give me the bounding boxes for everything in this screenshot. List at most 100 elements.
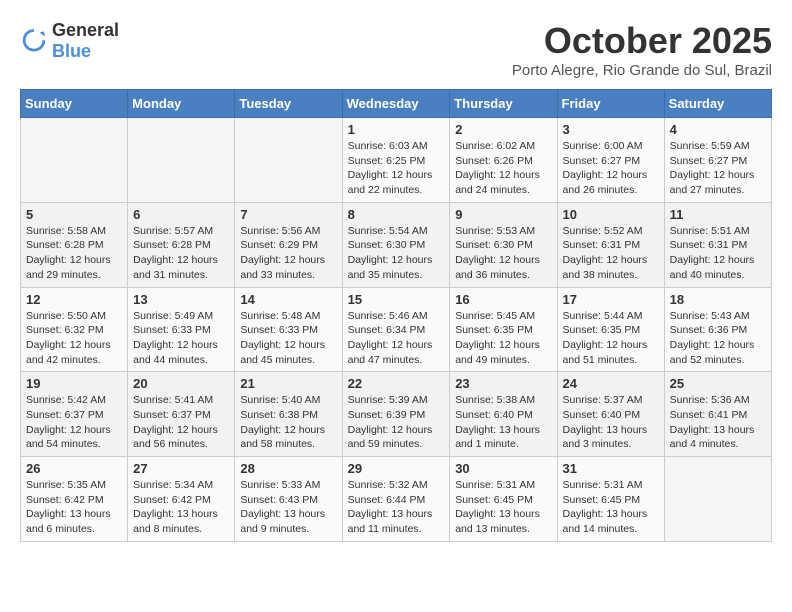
calendar-empty-cell (21, 118, 128, 203)
day-number: 13 (133, 292, 229, 307)
day-number: 6 (133, 207, 229, 222)
day-info: Sunrise: 5:40 AM Sunset: 6:38 PM Dayligh… (240, 393, 336, 452)
calendar-day-cell: 7 Sunrise: 5:56 AM Sunset: 6:29 PM Daylig… (235, 202, 342, 287)
day-info: Sunrise: 5:42 AM Sunset: 6:37 PM Dayligh… (26, 393, 122, 452)
day-info: Sunrise: 5:36 AM Sunset: 6:41 PM Dayligh… (670, 393, 766, 452)
day-number: 20 (133, 376, 229, 391)
calendar-day-cell: 15 Sunrise: 5:46 AM Sunset: 6:34 PM Dayli… (342, 287, 450, 372)
calendar-day-cell: 11 Sunrise: 5:51 AM Sunset: 6:31 PM Dayli… (664, 202, 771, 287)
day-info: Sunrise: 5:49 AM Sunset: 6:33 PM Dayligh… (133, 309, 229, 368)
day-number: 3 (563, 122, 659, 137)
calendar-week-row: 26Sunrise: 5:35 AM Sunset: 6:42 PM Dayli… (21, 457, 772, 542)
calendar-week-row: 1Sunrise: 6:03 AM Sunset: 6:25 PM Daylig… (21, 118, 772, 203)
day-number: 29 (348, 461, 445, 476)
calendar-day-cell: 8 Sunrise: 5:54 AM Sunset: 6:30 PM Daylig… (342, 202, 450, 287)
calendar-day-cell: 1Sunrise: 6:03 AM Sunset: 6:25 PM Daylig… (342, 118, 450, 203)
day-info: Sunrise: 5:51 AM Sunset: 6:31 PM Dayligh… (670, 224, 766, 283)
day-number: 11 (670, 207, 766, 222)
day-number: 30 (455, 461, 551, 476)
weekday-header-saturday: Saturday (664, 90, 771, 118)
calendar-week-row: 12 Sunrise: 5:50 AM Sunset: 6:32 PM Dayli… (21, 287, 772, 372)
page-header: General Blue October 2025 Porto Alegre, … (20, 20, 772, 79)
calendar-day-cell: 9 Sunrise: 5:53 AM Sunset: 6:30 PM Daylig… (450, 202, 557, 287)
day-info: Sunrise: 5:33 AM Sunset: 6:43 PM Dayligh… (240, 478, 336, 537)
calendar-day-cell: 17 Sunrise: 5:44 AM Sunset: 6:35 PM Dayli… (557, 287, 664, 372)
calendar-week-row: 19 Sunrise: 5:42 AM Sunset: 6:37 PM Dayli… (21, 372, 772, 457)
day-info: Sunrise: 5:44 AM Sunset: 6:35 PM Dayligh… (563, 309, 659, 368)
day-info: Sunrise: 5:50 AM Sunset: 6:32 PM Dayligh… (26, 309, 122, 368)
calendar-day-cell: 30 Sunrise: 5:31 AM Sunset: 6:45 PM Dayli… (450, 457, 557, 542)
weekday-header-sunday: Sunday (21, 90, 128, 118)
month-title: October 2025 (512, 20, 772, 62)
calendar-empty-cell (235, 118, 342, 203)
calendar-day-cell: 3Sunrise: 6:00 AM Sunset: 6:27 PM Daylig… (557, 118, 664, 203)
calendar-day-cell: 19 Sunrise: 5:42 AM Sunset: 6:37 PM Dayli… (21, 372, 128, 457)
day-number: 9 (455, 207, 551, 222)
day-info: Sunrise: 5:45 AM Sunset: 6:35 PM Dayligh… (455, 309, 551, 368)
calendar-day-cell: 25 Sunrise: 5:36 AM Sunset: 6:41 PM Dayli… (664, 372, 771, 457)
day-number: 24 (563, 376, 659, 391)
day-info: Sunrise: 5:48 AM Sunset: 6:33 PM Dayligh… (240, 309, 336, 368)
day-info: Sunrise: 5:46 AM Sunset: 6:34 PM Dayligh… (348, 309, 445, 368)
day-info: Sunrise: 5:57 AM Sunset: 6:28 PM Dayligh… (133, 224, 229, 283)
weekday-header-thursday: Thursday (450, 90, 557, 118)
calendar-day-cell: 20 Sunrise: 5:41 AM Sunset: 6:37 PM Dayli… (128, 372, 235, 457)
calendar-header-row: SundayMondayTuesdayWednesdayThursdayFrid… (21, 90, 772, 118)
day-number: 17 (563, 292, 659, 307)
calendar-empty-cell (664, 457, 771, 542)
calendar-day-cell: 13 Sunrise: 5:49 AM Sunset: 6:33 PM Dayli… (128, 287, 235, 372)
calendar-table: SundayMondayTuesdayWednesdayThursdayFrid… (20, 89, 772, 542)
day-number: 12 (26, 292, 122, 307)
calendar-empty-cell (128, 118, 235, 203)
day-info: Sunrise: 5:53 AM Sunset: 6:30 PM Dayligh… (455, 224, 551, 283)
day-info: Sunrise: 5:41 AM Sunset: 6:37 PM Dayligh… (133, 393, 229, 452)
weekday-header-monday: Monday (128, 90, 235, 118)
day-info: Sunrise: 5:31 AM Sunset: 6:45 PM Dayligh… (455, 478, 551, 537)
logo-icon (20, 27, 48, 55)
day-info: Sunrise: 5:43 AM Sunset: 6:36 PM Dayligh… (670, 309, 766, 368)
calendar-day-cell: 4Sunrise: 5:59 AM Sunset: 6:27 PM Daylig… (664, 118, 771, 203)
day-number: 5 (26, 207, 122, 222)
day-number: 1 (348, 122, 445, 137)
day-info: Sunrise: 5:32 AM Sunset: 6:44 PM Dayligh… (348, 478, 445, 537)
day-number: 27 (133, 461, 229, 476)
calendar-day-cell: 14 Sunrise: 5:48 AM Sunset: 6:33 PM Dayli… (235, 287, 342, 372)
day-info: Sunrise: 5:34 AM Sunset: 6:42 PM Dayligh… (133, 478, 229, 537)
day-info: Sunrise: 6:02 AM Sunset: 6:26 PM Dayligh… (455, 139, 551, 198)
day-info: Sunrise: 5:56 AM Sunset: 6:29 PM Dayligh… (240, 224, 336, 283)
calendar-day-cell: 2 Sunrise: 6:02 AM Sunset: 6:26 PM Daylig… (450, 118, 557, 203)
calendar-day-cell: 12 Sunrise: 5:50 AM Sunset: 6:32 PM Dayli… (21, 287, 128, 372)
calendar-day-cell: 28Sunrise: 5:33 AM Sunset: 6:43 PM Dayli… (235, 457, 342, 542)
title-section: October 2025 Porto Alegre, Rio Grande do… (512, 20, 772, 79)
day-number: 25 (670, 376, 766, 391)
day-number: 22 (348, 376, 445, 391)
calendar-day-cell: 16Sunrise: 5:45 AM Sunset: 6:35 PM Dayli… (450, 287, 557, 372)
calendar-day-cell: 26Sunrise: 5:35 AM Sunset: 6:42 PM Dayli… (21, 457, 128, 542)
day-number: 18 (670, 292, 766, 307)
day-number: 2 (455, 122, 551, 137)
day-info: Sunrise: 5:38 AM Sunset: 6:40 PM Dayligh… (455, 393, 551, 452)
day-number: 15 (348, 292, 445, 307)
day-info: Sunrise: 5:54 AM Sunset: 6:30 PM Dayligh… (348, 224, 445, 283)
day-info: Sunrise: 5:58 AM Sunset: 6:28 PM Dayligh… (26, 224, 122, 283)
day-number: 7 (240, 207, 336, 222)
day-number: 23 (455, 376, 551, 391)
day-number: 14 (240, 292, 336, 307)
logo: General Blue (20, 20, 119, 62)
logo-blue: Blue (52, 41, 91, 61)
calendar-day-cell: 23 Sunrise: 5:38 AM Sunset: 6:40 PM Dayli… (450, 372, 557, 457)
calendar-day-cell: 5 Sunrise: 5:58 AM Sunset: 6:28 PM Daylig… (21, 202, 128, 287)
day-number: 8 (348, 207, 445, 222)
day-info: Sunrise: 5:31 AM Sunset: 6:45 PM Dayligh… (563, 478, 659, 537)
day-number: 21 (240, 376, 336, 391)
day-info: Sunrise: 5:37 AM Sunset: 6:40 PM Dayligh… (563, 393, 659, 452)
day-number: 10 (563, 207, 659, 222)
calendar-day-cell: 27 Sunrise: 5:34 AM Sunset: 6:42 PM Dayli… (128, 457, 235, 542)
calendar-day-cell: 6 Sunrise: 5:57 AM Sunset: 6:28 PM Daylig… (128, 202, 235, 287)
day-number: 19 (26, 376, 122, 391)
calendar-day-cell: 18 Sunrise: 5:43 AM Sunset: 6:36 PM Dayli… (664, 287, 771, 372)
weekday-header-friday: Friday (557, 90, 664, 118)
calendar-week-row: 5 Sunrise: 5:58 AM Sunset: 6:28 PM Daylig… (21, 202, 772, 287)
calendar-day-cell: 24 Sunrise: 5:37 AM Sunset: 6:40 PM Dayli… (557, 372, 664, 457)
location-subtitle: Porto Alegre, Rio Grande do Sul, Brazil (512, 62, 772, 79)
